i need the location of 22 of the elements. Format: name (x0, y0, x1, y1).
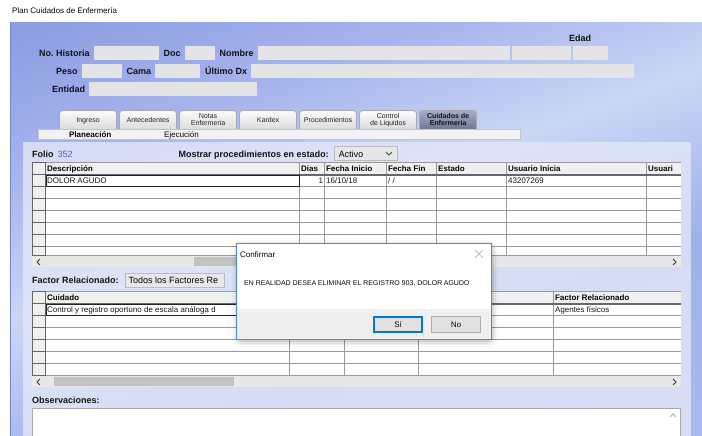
field-label: Cama (126, 66, 152, 76)
window-title: Plan Cuidados de Enfermería (12, 6, 117, 15)
field-label: Último Dx (205, 66, 248, 76)
factor-label: Factor Relacionado: (32, 275, 119, 285)
table-cell: Agentes físicos (555, 305, 610, 314)
dialog-title: Confirmar (240, 250, 276, 258)
observations-label: Observaciones: (32, 395, 101, 407)
table-cell: Control y registro oportuno de escala análoga d (47, 305, 216, 314)
field-label: Entidad (52, 84, 85, 94)
field-label: Doc (164, 48, 181, 58)
field-label: Peso (56, 66, 78, 76)
table-cell: / / (388, 176, 395, 186)
folio-number: 352 (58, 148, 73, 158)
filter-label: Mostrar procedimientos en estado: (178, 148, 329, 158)
age-label: Edad (569, 33, 592, 43)
table-cell: 16/10/18 (326, 176, 358, 186)
table-cell: DOLOR AGUDO (47, 176, 107, 186)
table-cell: 43207269 (508, 176, 544, 186)
table-cell: 1 (318, 176, 323, 186)
field-label: Nombre (220, 48, 254, 58)
folio-label: Folio (32, 148, 54, 158)
field-label: No. Historia (39, 48, 90, 58)
